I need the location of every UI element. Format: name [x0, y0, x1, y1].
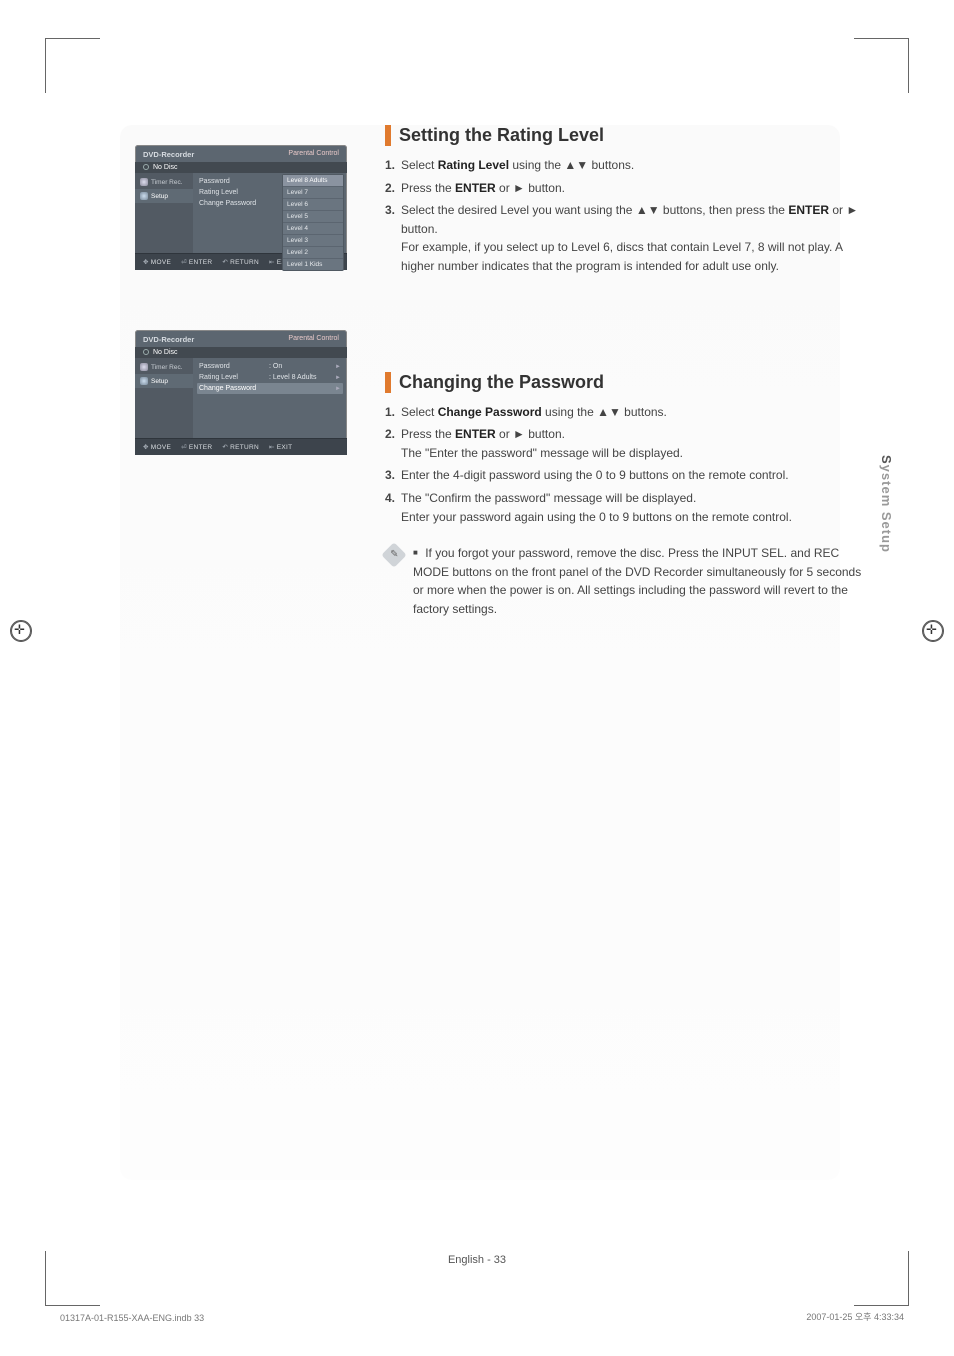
osd-dropdown-rating-level: Level 8 Adults Level 7 Level 6 Level 5 L… — [283, 175, 343, 270]
registration-mark-icon — [922, 620, 944, 642]
crop-mark — [45, 38, 100, 39]
osd-row-label: Change Password — [199, 385, 269, 392]
osd-row-label: Change Password — [199, 200, 269, 207]
step-item: 3.Select the desired Level you want usin… — [385, 201, 864, 275]
step-item: 1.Select Rating Level using the ▲▼ butto… — [385, 156, 864, 175]
sidebar-item-setup: Setup — [135, 189, 193, 203]
footer-right: 2007-01-25 오후 4:33:34 — [806, 1310, 904, 1323]
osd-row-label: Password — [199, 363, 269, 370]
sidebar-item-setup: Setup — [135, 374, 193, 388]
crop-mark — [891, 38, 909, 93]
dropdown-option: Level 2 — [283, 247, 343, 259]
step-note: Enter your password again using the 0 to… — [401, 508, 864, 527]
step-item: 3.Enter the 4-digit password using the 0… — [385, 466, 864, 485]
step-item: 2.Press the ENTER or ► button. — [385, 179, 864, 198]
sidebar-item-timer-rec: Timer Rec. — [135, 175, 193, 189]
crop-mark — [854, 1305, 909, 1306]
dropdown-option: Level 3 — [283, 235, 343, 247]
section-rating-level: Setting the Rating Level 1.Select Rating… — [385, 125, 864, 276]
chevron-right-icon: ► — [335, 375, 341, 381]
crop-mark — [854, 38, 909, 39]
osd-title: DVD-Recorder — [143, 335, 194, 344]
step-note: The "Enter the password" message will be… — [401, 444, 864, 463]
gear-icon — [140, 192, 148, 200]
enter-icon: ⏎ — [181, 444, 187, 451]
osd-row-label: Rating Level — [199, 374, 269, 381]
osd-screenshot-rating-level: DVD-Recorder Parental Control No Disc Ti… — [135, 145, 347, 270]
crop-mark — [45, 1305, 100, 1306]
enter-icon: ⏎ — [181, 259, 187, 266]
registration-mark-icon — [0, 0, 477, 22]
note-box: ✎ ■ If you forgot your password, remove … — [385, 544, 864, 618]
dropdown-option: Level 6 — [283, 199, 343, 211]
section-heading: Setting the Rating Level — [385, 125, 864, 146]
crop-mark — [891, 1251, 909, 1306]
osd-subtitle: Parental Control — [288, 150, 339, 159]
osd-subtitle: Parental Control — [288, 335, 339, 344]
osd-sidebar: Timer Rec. Setup — [135, 358, 193, 438]
step-item: 1.Select Change Password using the ▲▼ bu… — [385, 403, 864, 422]
note-icon: ✎ — [381, 542, 406, 567]
osd-row-value: : Level 8 Adults — [269, 374, 335, 381]
exit-icon: ⇤ — [269, 259, 275, 266]
osd-nodisc: No Disc — [135, 162, 347, 173]
osd-title: DVD-Recorder — [143, 150, 194, 159]
chevron-right-icon: ► — [335, 386, 341, 392]
dropdown-option: Level 4 — [283, 223, 343, 235]
sidebar-item-timer-rec: Timer Rec. — [135, 360, 193, 374]
clock-icon — [140, 363, 148, 371]
dropdown-option: Level 8 Adults — [283, 175, 343, 187]
osd-main: Password: On► Rating Level: Level 8 Adul… — [193, 358, 347, 438]
dropdown-option: Level 7 — [283, 187, 343, 199]
dropdown-option: Level 1 Kids — [283, 259, 343, 270]
disc-icon — [143, 349, 149, 355]
registration-mark-icon — [10, 620, 32, 642]
return-icon: ↶ — [222, 444, 228, 451]
gear-icon — [140, 377, 148, 385]
section-heading: Changing the Password — [385, 372, 864, 393]
dropdown-option: Level 5 — [283, 211, 343, 223]
osd-row-label: Rating Level — [199, 189, 269, 196]
osd-row-value: : On — [269, 363, 335, 370]
osd-nodisc: No Disc — [135, 347, 347, 358]
osd-footer: ✥MOVE ⏎ENTER ↶RETURN ⇤EXIT — [135, 438, 347, 455]
clock-icon — [140, 178, 148, 186]
bullet-icon: ■ — [413, 548, 418, 557]
step-item: 2.Press the ENTER or ► button. The "Ente… — [385, 425, 864, 462]
crop-mark — [45, 1251, 63, 1306]
return-icon: ↶ — [222, 259, 228, 266]
crop-mark — [45, 38, 63, 93]
step-item: 4.The "Confirm the password" message wil… — [385, 489, 864, 526]
side-tab-system-setup: System Setup — [879, 455, 894, 553]
chevron-right-icon: ► — [335, 364, 341, 370]
osd-sidebar: Timer Rec. Setup — [135, 173, 193, 253]
footer-left: 01317A-01-R155-XAA-ENG.indb 33 — [60, 1313, 204, 1323]
osd-main: Password Rating Level Change Password Le… — [193, 173, 347, 253]
move-icon: ✥ — [143, 259, 149, 266]
step-note: For example, if you select up to Level 6… — [401, 238, 864, 275]
osd-row-label: Password — [199, 178, 269, 185]
section-change-password: Changing the Password 1.Select Change Pa… — [385, 372, 864, 619]
page-number: English - 33 — [448, 1254, 506, 1266]
exit-icon: ⇤ — [269, 444, 275, 451]
move-icon: ✥ — [143, 444, 149, 451]
disc-icon — [143, 164, 149, 170]
osd-screenshot-change-password: DVD-Recorder Parental Control No Disc Ti… — [135, 330, 347, 455]
